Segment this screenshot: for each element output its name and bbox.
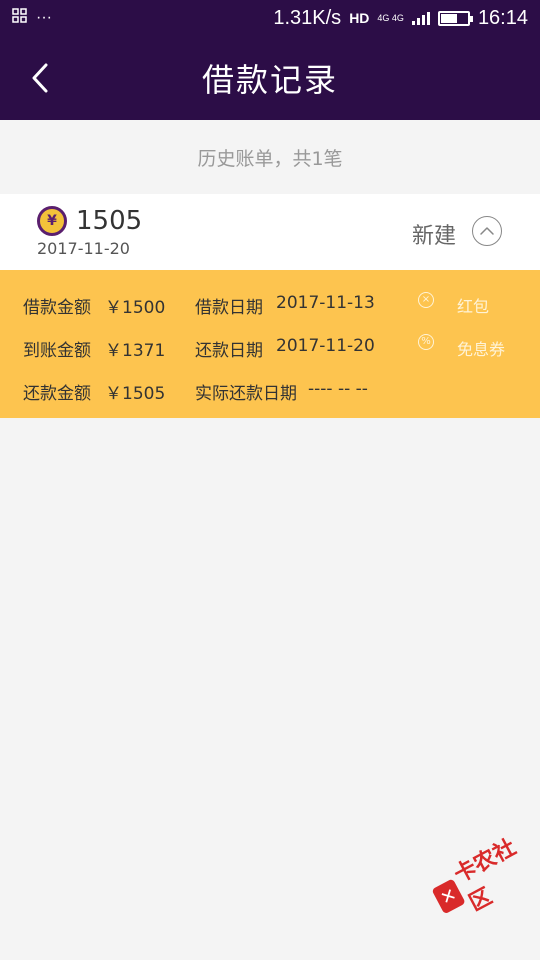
- clock: 16:14: [477, 6, 528, 29]
- repay-amount-label: 还款金额: [23, 384, 91, 404]
- repay-amount-value: ￥1505: [105, 384, 166, 404]
- network-speed: 1.31K/s: [273, 6, 342, 29]
- page-title: 借款记录: [201, 61, 338, 99]
- red-packet-label[interactable]: 红包: [457, 293, 489, 317]
- network-type: 4G 4G: [377, 12, 404, 23]
- interest-free-coupon-icon: %: [418, 334, 434, 350]
- chevron-left-icon: [32, 63, 48, 93]
- interest-free-coupon-label[interactable]: 免息券: [457, 336, 505, 360]
- loan-details-panel: 借款金额 ￥1500 借款日期 2017-11-13 × 红包 到账金额 ￥13…: [0, 270, 540, 418]
- history-caption: 历史账单，共1笔: [197, 147, 343, 170]
- loan-date-label: 借款日期: [195, 298, 263, 318]
- grid-icon: [12, 7, 28, 29]
- chevron-up-icon: [480, 227, 494, 235]
- record-card[interactable]: ¥ 1505 2017-11-20 新建: [0, 194, 540, 270]
- signal-icon: [411, 11, 430, 25]
- loan-amount-label: 借款金额: [23, 298, 91, 318]
- actual-repay-date-label: 实际还款日期: [195, 384, 297, 404]
- actual-repay-date-value: ---- -- --: [308, 379, 368, 399]
- record-amount: 1505: [76, 206, 143, 236]
- record-date: 2017-11-20: [37, 239, 130, 258]
- coin-symbol: ¥: [47, 213, 57, 229]
- hd-label: HD: [349, 10, 370, 26]
- back-button[interactable]: [18, 56, 62, 100]
- watermark: ✕ 卡农社区: [423, 826, 540, 930]
- collapse-toggle-button[interactable]: [472, 216, 502, 246]
- battery-icon: [437, 10, 473, 26]
- red-packet-icon: ×: [418, 292, 434, 308]
- nav-bar: 借款记录: [0, 36, 540, 120]
- record-status: 新建: [412, 224, 457, 249]
- more-dots-icon: ···: [36, 9, 52, 26]
- loan-amount-value: ￥1500: [105, 298, 166, 318]
- repay-date-label: 还款日期: [195, 341, 263, 361]
- status-bar: ··· 1.31K/s HD 4G 4G 16:14: [0, 0, 540, 36]
- loan-date-value: 2017-11-13: [276, 293, 375, 313]
- received-amount-value: ￥1371: [105, 341, 166, 361]
- repay-date-value: 2017-11-20: [276, 336, 375, 356]
- received-amount-label: 到账金额: [23, 341, 91, 361]
- yen-coin-icon: ¥: [37, 206, 67, 236]
